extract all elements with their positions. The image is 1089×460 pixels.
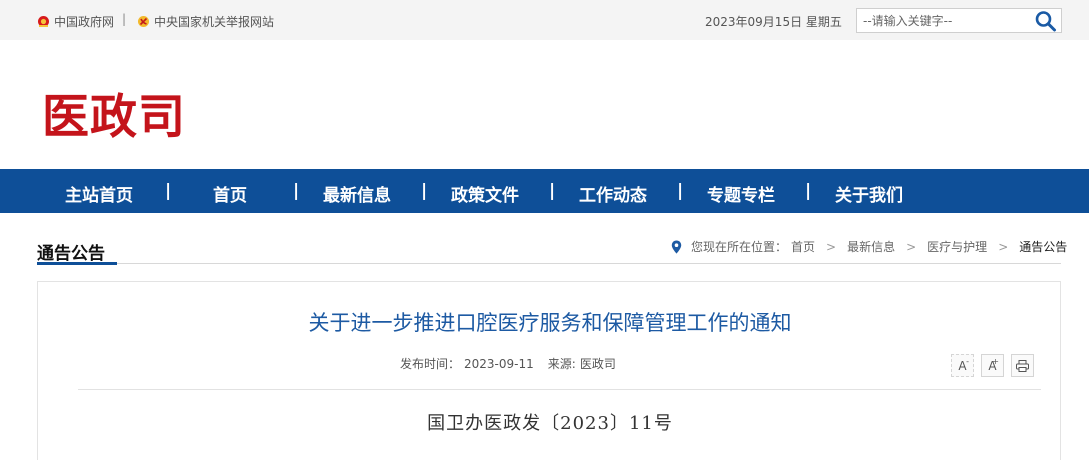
article-tools: A - A + bbox=[951, 354, 1034, 377]
nav-latest-info[interactable]: 最新信息 bbox=[323, 181, 391, 206]
article-title: 关于进一步推进口腔医疗服务和保障管理工作的通知 bbox=[308, 311, 792, 335]
publish-label: 发布时间： bbox=[400, 357, 461, 371]
party-emblem-icon bbox=[138, 16, 149, 27]
site-logo[interactable]: 医政司 bbox=[42, 78, 186, 147]
article-container: 关于进一步推进口腔医疗服务和保障管理工作的通知 发布时间： 2023-09-11 来… bbox=[37, 281, 1061, 460]
gov-portal-label: 中国政府网 bbox=[54, 15, 115, 29]
section-title: 通告公告 bbox=[37, 244, 105, 264]
nav-separator: | bbox=[549, 181, 556, 201]
report-site-label: 中央国家机关举报网站 bbox=[154, 15, 275, 29]
breadcrumb-latest-info[interactable]: 最新信息 bbox=[847, 238, 895, 255]
nav-separator: | bbox=[805, 181, 812, 201]
location-pin-icon bbox=[671, 240, 682, 253]
breadcrumb-home[interactable]: 首页 bbox=[791, 238, 815, 255]
article-divider bbox=[78, 389, 1041, 390]
search-input[interactable] bbox=[857, 9, 1033, 32]
section-divider bbox=[37, 263, 1061, 264]
font-decrease-button[interactable]: A - bbox=[951, 354, 974, 377]
article-meta: 发布时间： 2023-09-11 来源: 医政司 bbox=[400, 355, 626, 372]
national-emblem-icon bbox=[38, 16, 49, 27]
nav-work-updates[interactable]: 工作动态 bbox=[579, 181, 647, 206]
breadcrumb-prefix: 您现在所在位置： bbox=[691, 240, 788, 254]
top-separator: | bbox=[122, 12, 127, 26]
nav-main-site[interactable]: 主站首页 bbox=[65, 181, 133, 206]
source-value: 医政司 bbox=[579, 357, 616, 371]
report-site-link[interactable]: 中央国家机关举报网站 bbox=[137, 13, 274, 30]
document-number: 国卫办医政发〔2023〕11号 bbox=[427, 413, 673, 434]
main-nav: 主站首页 | 首页 | 最新信息 | 政策文件 | 工作动态 | 专题专栏 | … bbox=[0, 169, 1089, 213]
printer-icon bbox=[1016, 359, 1029, 372]
breadcrumb-medical-nursing[interactable]: 医疗与护理 bbox=[927, 238, 987, 255]
top-bar: 中国政府网 | 中央国家机关举报网站 2023年09月15日 星期五 bbox=[0, 0, 1089, 40]
chevron-right-icon: > bbox=[906, 239, 917, 254]
chevron-right-icon: > bbox=[998, 239, 1009, 254]
nav-special-topics[interactable]: 专题专栏 bbox=[707, 181, 775, 206]
nav-separator: | bbox=[165, 181, 172, 201]
search-box bbox=[856, 8, 1062, 33]
nav-separator: | bbox=[421, 181, 428, 201]
plus-icon: + bbox=[992, 357, 999, 366]
breadcrumb-current[interactable]: 通告公告 bbox=[1019, 238, 1067, 255]
search-icon[interactable] bbox=[1034, 10, 1058, 32]
print-button[interactable] bbox=[1011, 354, 1034, 377]
gov-portal-link[interactable]: 中国政府网 bbox=[37, 13, 114, 30]
breadcrumb: 您现在所在位置： 首页 > 最新信息 > 医疗与护理 > 通告公告 bbox=[671, 238, 1069, 255]
minus-icon: - bbox=[966, 357, 969, 366]
nav-about-us[interactable]: 关于我们 bbox=[835, 181, 903, 206]
nav-separator: | bbox=[293, 181, 300, 201]
nav-policy-docs[interactable]: 政策文件 bbox=[451, 181, 519, 206]
current-date: 2023年09月15日 星期五 bbox=[705, 15, 842, 29]
chevron-right-icon: > bbox=[826, 239, 837, 254]
source-label: 来源: bbox=[547, 357, 576, 371]
font-increase-button[interactable]: A + bbox=[981, 354, 1004, 377]
nav-separator: | bbox=[677, 181, 684, 201]
publish-date: 2023-09-11 bbox=[464, 357, 534, 371]
nav-home[interactable]: 首页 bbox=[213, 181, 247, 206]
